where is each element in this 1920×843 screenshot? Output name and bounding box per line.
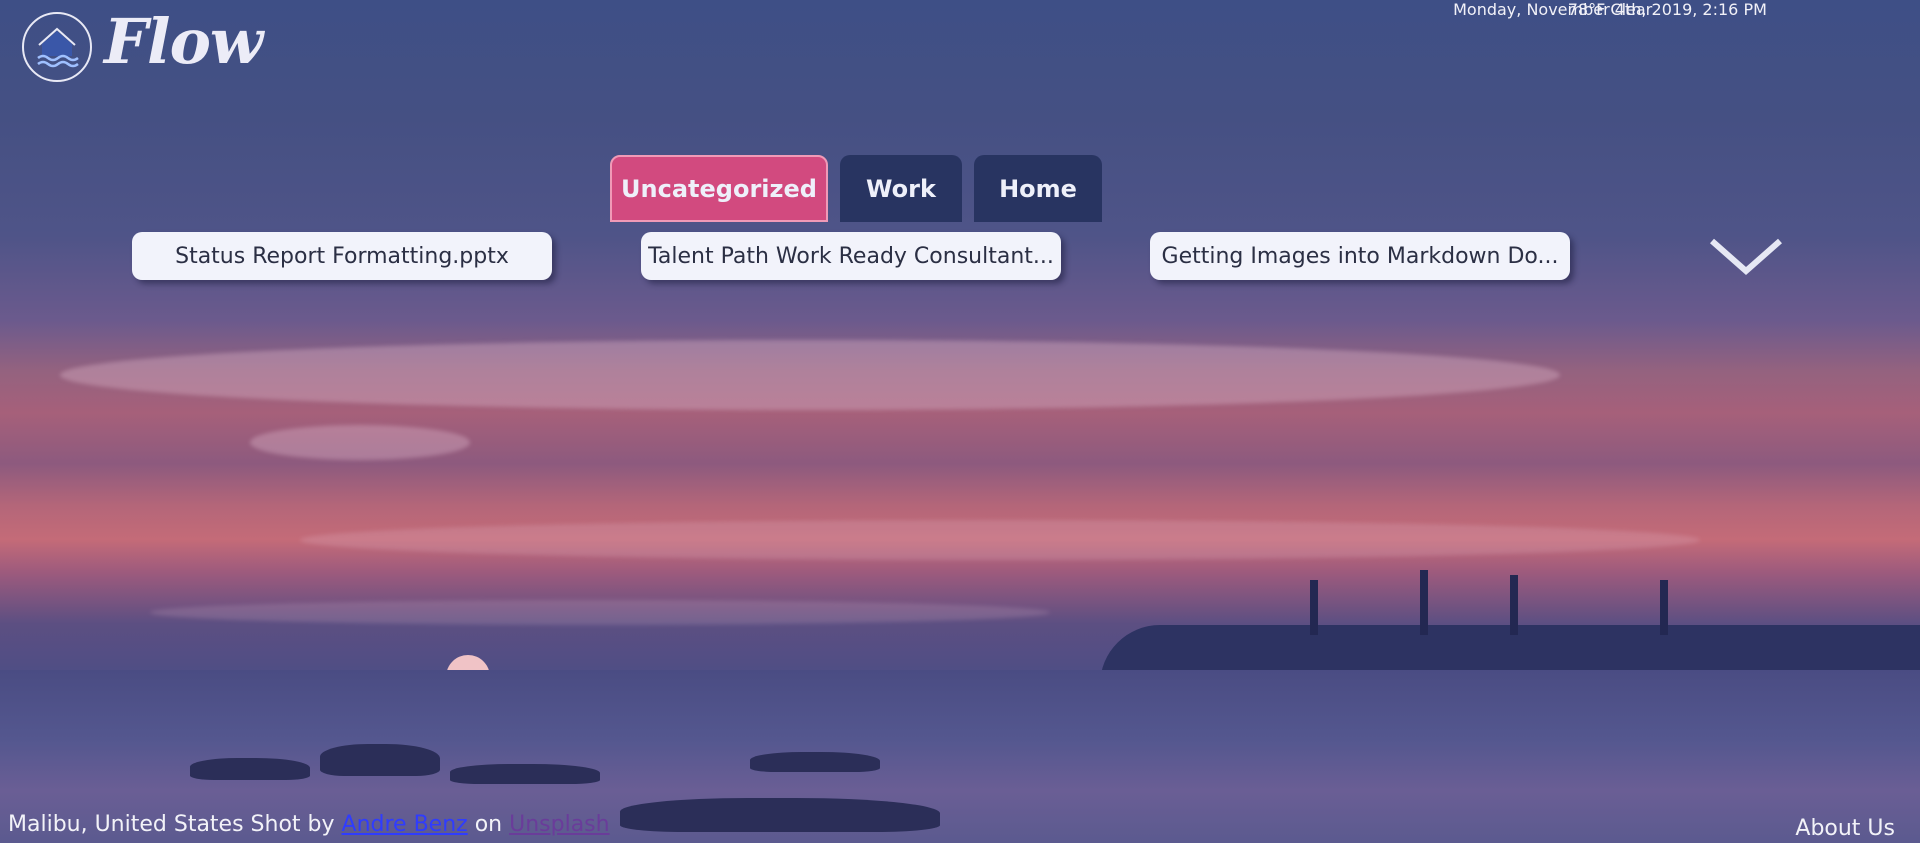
cloud	[300, 520, 1700, 560]
category-tabs: Uncategorized Work Home	[610, 155, 1102, 222]
photo-credit: Malibu, United States Shot by Andre Benz…	[8, 812, 610, 837]
rock	[320, 744, 440, 776]
credit-location: Malibu, United States Shot by	[8, 812, 335, 837]
rock	[750, 752, 880, 772]
cloud	[60, 340, 1560, 410]
palm-tree	[1510, 575, 1518, 635]
file-card[interactable]: Talent Path Work Ready Consultant...	[641, 232, 1061, 280]
file-card[interactable]: Status Report Formatting.pptx	[132, 232, 552, 280]
current-datetime: Monday, November 4th, 2019, 2:16 PM	[1453, 0, 1767, 19]
app-title: Flow	[104, 5, 263, 78]
credit-on: on	[474, 812, 503, 837]
palm-tree	[1310, 580, 1318, 635]
unsplash-link[interactable]: Unsplash	[509, 812, 609, 837]
palm-tree	[1660, 580, 1668, 635]
rock	[190, 758, 310, 780]
tab-work[interactable]: Work	[840, 155, 962, 222]
rock	[620, 798, 940, 832]
rock	[450, 764, 600, 784]
cloud	[250, 425, 470, 460]
house-waves-icon	[22, 12, 92, 82]
author-link[interactable]: Andre Benz	[342, 812, 468, 837]
cloud	[150, 600, 1050, 625]
palm-tree	[1420, 570, 1428, 635]
tab-home[interactable]: Home	[974, 155, 1102, 222]
logo[interactable]: Flow	[22, 5, 263, 82]
about-us-link[interactable]: About Us	[1795, 816, 1895, 841]
tab-uncategorized[interactable]: Uncategorized	[610, 155, 828, 222]
file-card[interactable]: Getting Images into Markdown Do...	[1150, 232, 1570, 280]
chevron-down-icon[interactable]	[1708, 235, 1784, 279]
